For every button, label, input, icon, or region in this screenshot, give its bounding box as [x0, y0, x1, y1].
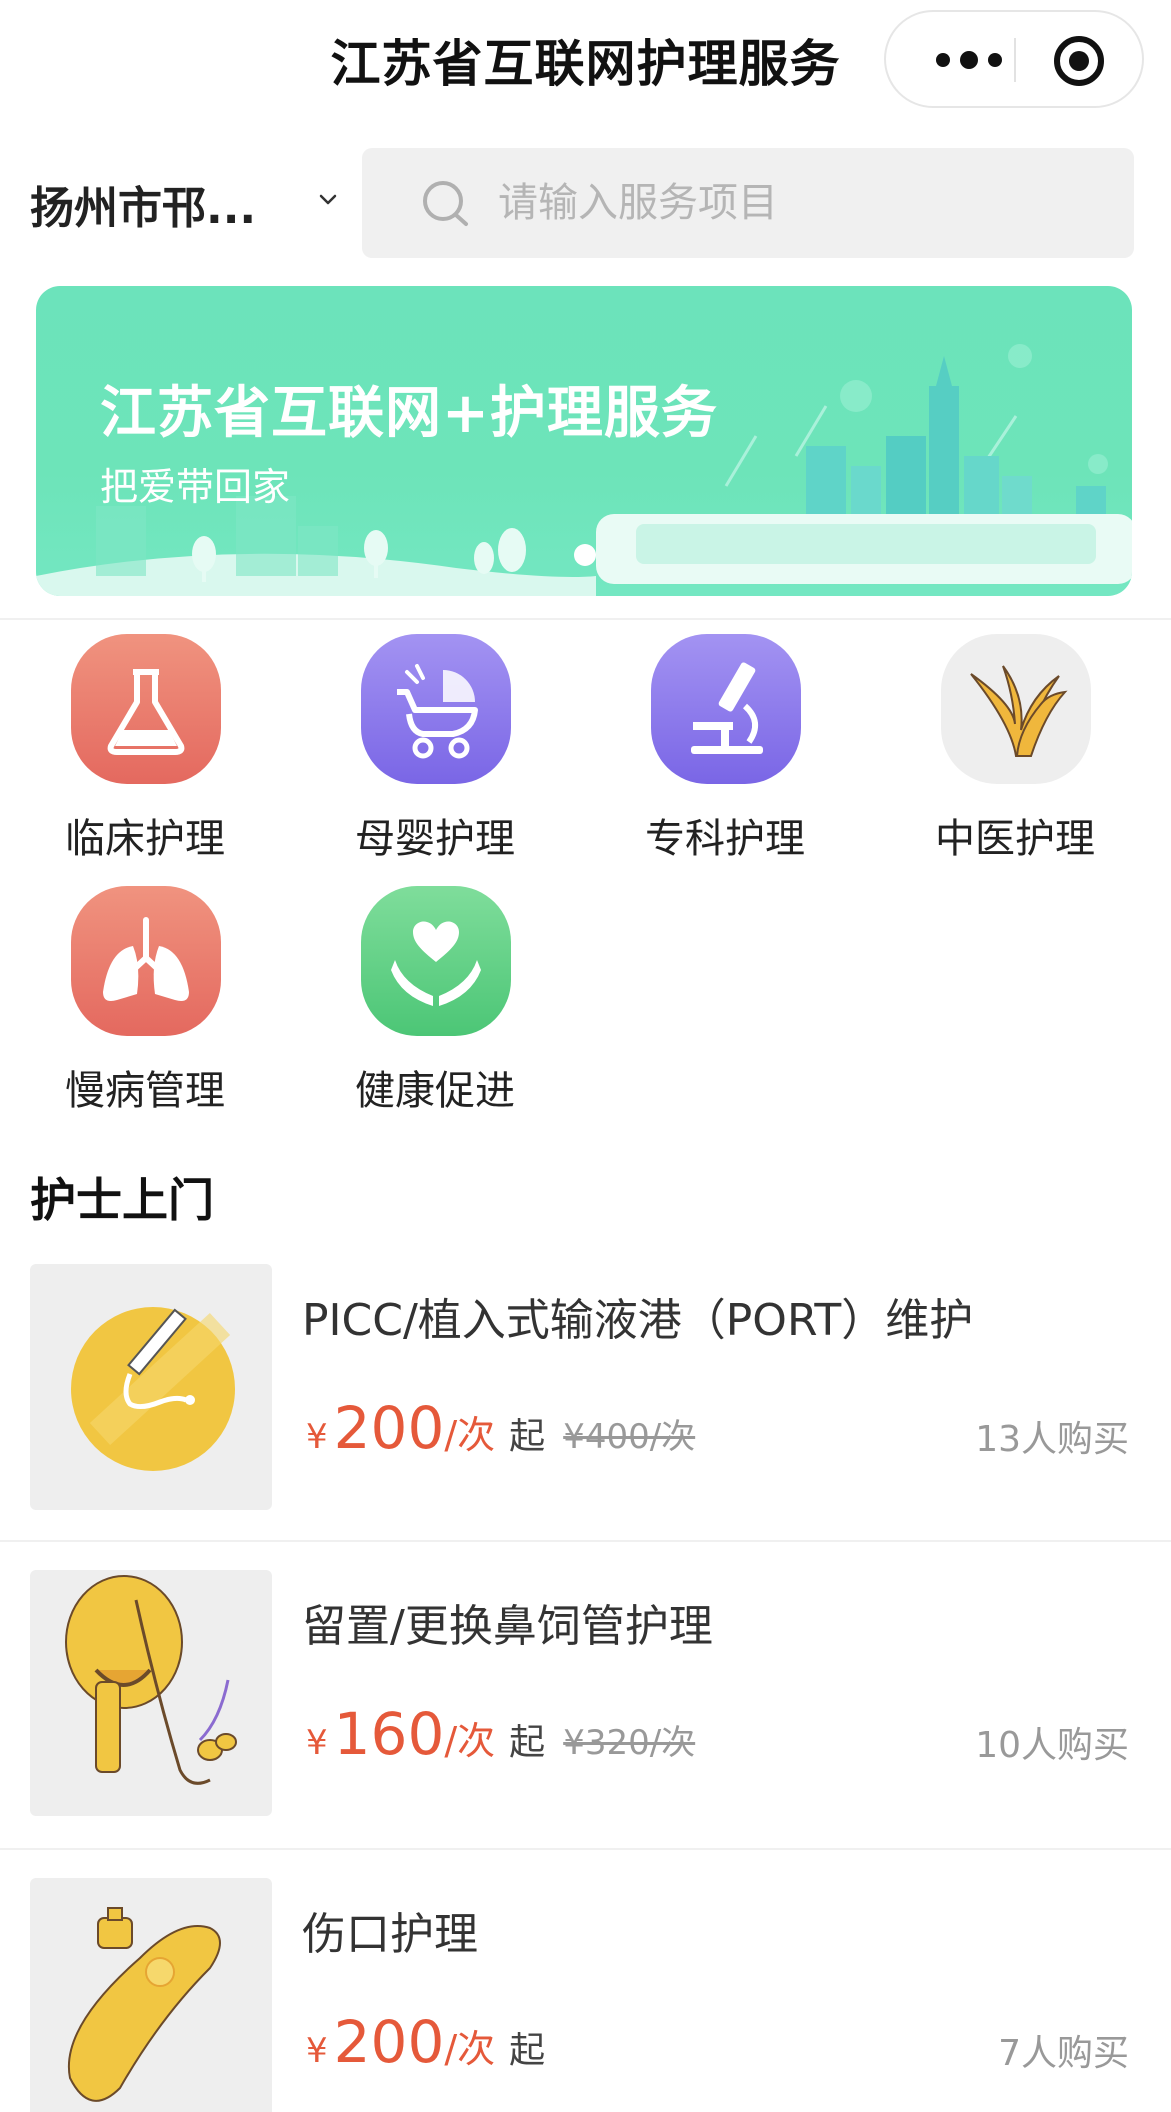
buyer-count: 13人购买	[975, 1419, 1129, 1460]
price-unit: /次	[444, 1413, 496, 1457]
category-clinical-nursing[interactable]: 临床护理	[35, 634, 255, 864]
service-name: PICC/植入式输液港（PORT）维护	[302, 1295, 974, 1346]
close-program-icon[interactable]	[1054, 36, 1104, 86]
original-price: ¥320/次	[563, 1723, 696, 1763]
search-box[interactable]	[362, 148, 1134, 258]
price-amount: 200	[333, 2008, 445, 2076]
price-amount: 160	[333, 1700, 445, 1768]
price-from: 起	[509, 1416, 546, 1457]
mini-program-capsule	[884, 10, 1144, 108]
price-unit: /次	[444, 2027, 496, 2071]
chevron-down-icon[interactable]	[318, 190, 338, 210]
flask-icon	[71, 634, 221, 784]
price-amount: 200	[333, 1394, 445, 1462]
service-thumbnail	[30, 1878, 272, 2112]
section-title: 护士上门	[30, 1173, 214, 1227]
category-label: 健康促进	[355, 1068, 515, 1114]
more-options-icon[interactable]	[924, 42, 1014, 78]
category-label: 专科护理	[645, 816, 805, 862]
service-item[interactable]: 伤口护理 ¥ 200 /次 起 7人购买	[0, 1878, 1171, 2112]
capsule-divider	[1014, 38, 1016, 82]
category-label: 慢病管理	[65, 1068, 225, 1114]
category-health-promotion[interactable]: 健康促进	[325, 886, 545, 1116]
category-chronic-disease[interactable]: 慢病管理	[35, 886, 255, 1116]
heart-hands-icon	[361, 886, 511, 1036]
service-name: 留置/更换鼻饲管护理	[302, 1601, 713, 1652]
lungs-icon	[71, 886, 221, 1036]
nav-bar: 江苏省互联网护理服务	[0, 0, 1171, 118]
buyer-count: 7人购买	[998, 2033, 1129, 2074]
banner-title: 江苏省互联网+护理服务	[100, 381, 718, 446]
service-item[interactable]: 留置/更换鼻饲管护理 ¥ 160 /次 起 ¥320/次 10人购买	[0, 1570, 1171, 1878]
price-info: ¥ 160 /次 起 ¥320/次	[306, 1700, 695, 1780]
divider	[0, 1540, 1171, 1542]
service-item[interactable]: PICC/植入式输液港（PORT）维护 ¥ 200 /次 起 ¥400/次 13…	[0, 1264, 1171, 1572]
microscope-icon	[651, 634, 801, 784]
banner-subtitle: 把爱带回家	[100, 465, 291, 509]
buyer-count: 10人购买	[975, 1725, 1129, 1766]
category-maternal-infant-nursing[interactable]: 母婴护理	[325, 634, 545, 864]
original-price: ¥400/次	[563, 1417, 696, 1457]
category-tcm-nursing[interactable]: 中医护理	[905, 634, 1125, 864]
currency-symbol: ¥	[306, 1723, 328, 1763]
price-info: ¥ 200 /次 起 ¥400/次	[306, 1394, 695, 1474]
currency-symbol: ¥	[306, 1417, 328, 1457]
divider	[0, 1848, 1171, 1850]
divider	[0, 618, 1171, 620]
service-thumbnail	[30, 1570, 272, 1816]
price-from: 起	[509, 1722, 546, 1763]
category-specialty-nursing[interactable]: 专科护理	[615, 634, 835, 864]
category-label: 临床护理	[65, 816, 225, 862]
category-label: 中医护理	[935, 816, 1095, 862]
price-unit: /次	[444, 1719, 496, 1763]
banner-indicator	[574, 544, 596, 566]
currency-symbol: ¥	[306, 2031, 328, 2071]
price-from: 起	[509, 2030, 546, 2071]
category-label: 母婴护理	[355, 816, 515, 862]
promo-banner[interactable]: 江苏省互联网+护理服务 把爱带回家	[36, 286, 1132, 596]
service-thumbnail	[30, 1264, 272, 1510]
service-name: 伤口护理	[302, 1909, 478, 1960]
search-icon	[423, 181, 468, 226]
price-info: ¥ 200 /次 起	[306, 2008, 545, 2088]
search-input[interactable]	[498, 168, 1098, 238]
herb-icon	[941, 634, 1091, 784]
stroller-icon	[361, 634, 511, 784]
location-selector[interactable]: 扬州市邗...	[30, 172, 256, 236]
